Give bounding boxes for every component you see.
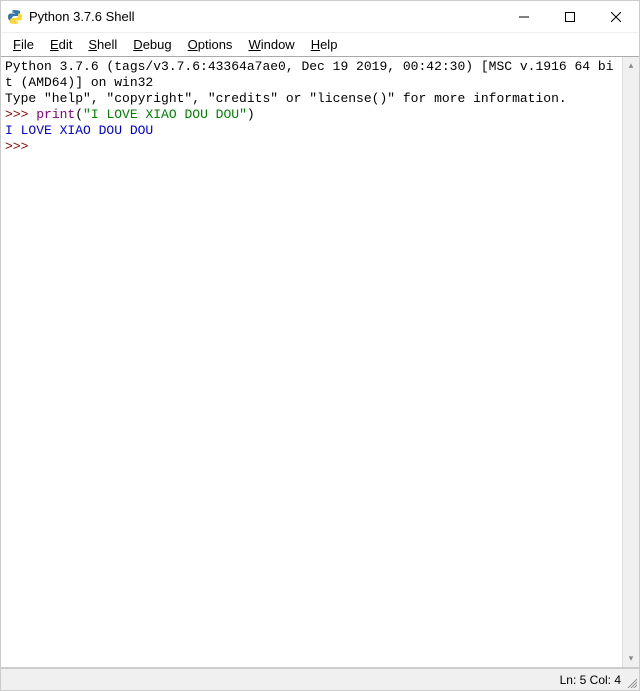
banner-line-2: Type "help", "copyright", "credits" or "… <box>5 91 567 106</box>
python-icon <box>7 9 23 25</box>
prompt: >>> <box>5 107 36 122</box>
window-title: Python 3.7.6 Shell <box>29 9 501 24</box>
scroll-down-icon[interactable]: ▾ <box>623 650 639 667</box>
prompt-2: >>> <box>5 139 36 154</box>
shell-text-area[interactable]: Python 3.7.6 (tags/v3.7.6:43364a7ae0, De… <box>1 57 622 667</box>
minimize-button[interactable] <box>501 1 547 32</box>
window-controls <box>501 1 639 32</box>
maximize-button[interactable] <box>547 1 593 32</box>
menu-debug[interactable]: Debug <box>125 35 179 54</box>
menu-shell[interactable]: Shell <box>80 35 125 54</box>
menu-help[interactable]: Help <box>303 35 346 54</box>
editor-area: Python 3.7.6 (tags/v3.7.6:43364a7ae0, De… <box>1 57 639 668</box>
titlebar[interactable]: Python 3.7.6 Shell <box>1 1 639 33</box>
statusbar: Ln: 5 Col: 4 <box>1 668 639 690</box>
menu-window[interactable]: Window <box>240 35 302 54</box>
close-button[interactable] <box>593 1 639 32</box>
vertical-scrollbar[interactable]: ▴ ▾ <box>622 57 639 667</box>
paren-open: ( <box>75 107 83 122</box>
banner-line-1: Python 3.7.6 (tags/v3.7.6:43364a7ae0, De… <box>5 59 614 90</box>
menu-edit[interactable]: Edit <box>42 35 80 54</box>
cursor-position: Ln: 5 Col: 4 <box>560 673 621 687</box>
menubar: File Edit Shell Debug Options Window Hel… <box>1 33 639 57</box>
output-line: I LOVE XIAO DOU DOU <box>5 123 153 138</box>
string-literal: "I LOVE XIAO DOU DOU" <box>83 107 247 122</box>
scroll-up-icon[interactable]: ▴ <box>623 57 639 74</box>
menu-file[interactable]: File <box>5 35 42 54</box>
call-name: print <box>36 107 75 122</box>
menu-options[interactable]: Options <box>180 35 241 54</box>
resize-grip-icon[interactable] <box>625 676 637 688</box>
paren-close: ) <box>247 107 255 122</box>
